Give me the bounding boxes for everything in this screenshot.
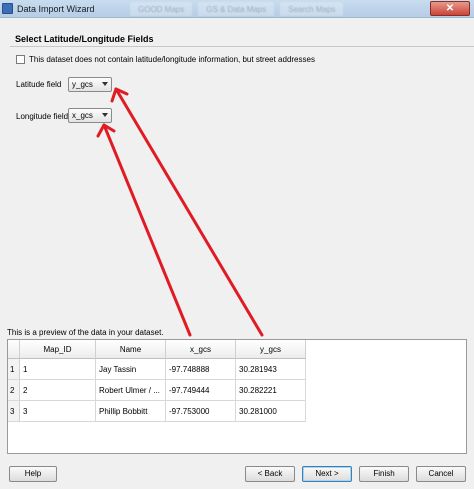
- close-button[interactable]: ✕: [430, 1, 470, 16]
- cell-x-gcs: -97.749444: [166, 380, 236, 401]
- arrowhead-latitude-field: [110, 87, 129, 103]
- finish-button[interactable]: Finish: [359, 466, 409, 482]
- cell-map-id: 3: [20, 401, 96, 422]
- longitude-field-value: x_gcs: [72, 111, 93, 120]
- cell-x-gcs: -97.748888: [166, 359, 236, 380]
- column-header-x-gcs[interactable]: x_gcs: [166, 340, 236, 359]
- background-tab[interactable]: GS & Data Maps: [198, 2, 275, 16]
- column-header-name[interactable]: Name: [96, 340, 166, 359]
- cell-name: Phillip Bobbitt: [96, 401, 166, 422]
- row-number: 2: [8, 380, 20, 401]
- column-header-map-id[interactable]: Map_ID: [20, 340, 96, 359]
- background-tab[interactable]: GOOD Maps: [130, 2, 193, 16]
- preview-table[interactable]: Map_ID Name x_gcs y_gcs 1 1 Jay Tassin -…: [7, 339, 467, 454]
- title-bar: Data Import Wizard GOOD Maps GS & Data M…: [0, 0, 474, 18]
- dropdown-arrow-icon: [102, 113, 108, 117]
- back-button[interactable]: < Back: [245, 466, 295, 482]
- street-address-checkbox-label: This dataset does not contain latitude/l…: [29, 55, 315, 64]
- arrowhead-longitude-field: [96, 123, 116, 138]
- background-tab[interactable]: Search Maps: [280, 2, 344, 16]
- longitude-field-label: Longitude field: [16, 112, 69, 121]
- arrow-to-longitude-field: [102, 123, 192, 337]
- app-icon: [2, 3, 13, 14]
- cell-x-gcs: -97.753000: [166, 401, 236, 422]
- arrow-to-latitude-field: [114, 87, 264, 337]
- cell-y-gcs: 30.281943: [236, 359, 306, 380]
- cell-y-gcs: 30.281000: [236, 401, 306, 422]
- latitude-field-value: y_gcs: [72, 80, 93, 89]
- table-corner: [8, 340, 20, 359]
- latitude-field-label: Latitude field: [16, 80, 62, 89]
- section-heading: Select Latitude/Longitude Fields: [15, 34, 154, 44]
- column-header-y-gcs[interactable]: y_gcs: [236, 340, 306, 359]
- close-icon: ✕: [445, 3, 455, 14]
- row-number: 1: [8, 359, 20, 380]
- cell-name: Jay Tassin: [96, 359, 166, 380]
- latitude-field-select[interactable]: y_gcs: [68, 77, 112, 92]
- cancel-button[interactable]: Cancel: [416, 466, 466, 482]
- preview-label: This is a preview of the data in your da…: [7, 328, 164, 337]
- street-address-option[interactable]: This dataset does not contain latitude/l…: [16, 55, 315, 64]
- background-tabs: GOOD Maps GS & Data Maps Search Maps: [130, 2, 344, 16]
- cell-y-gcs: 30.282221: [236, 380, 306, 401]
- window-title: Data Import Wizard: [17, 4, 95, 14]
- dropdown-arrow-icon: [102, 82, 108, 86]
- cell-map-id: 1: [20, 359, 96, 380]
- cell-name: Robert Ulmer / ...: [96, 380, 166, 401]
- longitude-field-select[interactable]: x_gcs: [68, 108, 112, 123]
- next-button[interactable]: Next >: [302, 466, 352, 482]
- row-number: 3: [8, 401, 20, 422]
- help-button[interactable]: Help: [9, 466, 57, 482]
- cell-map-id: 2: [20, 380, 96, 401]
- divider: [10, 46, 474, 47]
- street-address-checkbox[interactable]: [16, 55, 25, 64]
